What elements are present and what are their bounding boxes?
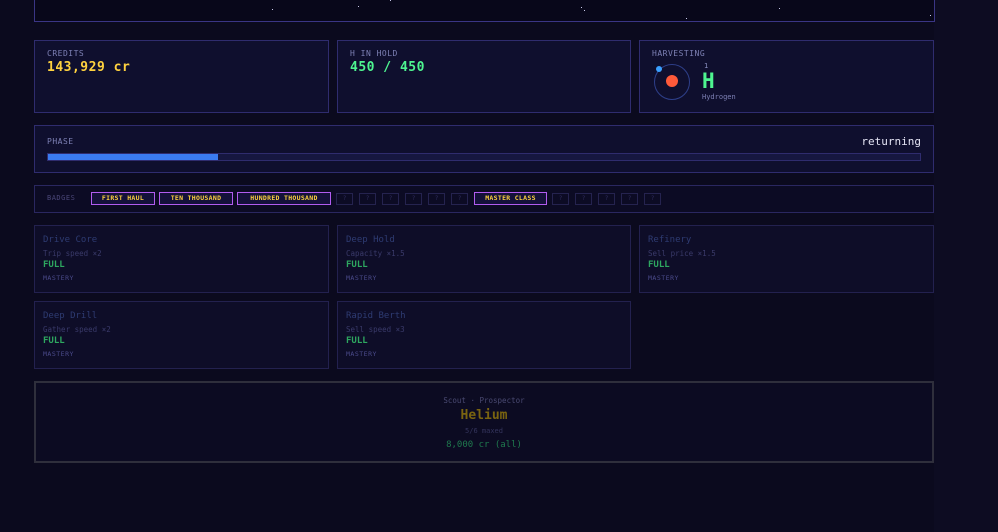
upgrade-effect: Capacity ×1.5 bbox=[346, 249, 405, 258]
upgrade-name: Drive Core bbox=[43, 235, 98, 245]
badge-locked[interactable]: ? bbox=[382, 193, 399, 205]
starfield-view bbox=[34, 0, 935, 22]
credits-value: 143,929 cr bbox=[47, 60, 131, 75]
star bbox=[779, 8, 780, 9]
phase-progress-fill bbox=[48, 154, 219, 160]
star bbox=[581, 7, 582, 8]
upgrade-card-refinery[interactable]: Refinery Sell price ×1.5 FULL MASTERY bbox=[639, 225, 934, 293]
upgrade-name: Deep Hold bbox=[346, 235, 395, 245]
badge-locked[interactable]: ? bbox=[552, 193, 569, 205]
badge-locked[interactable]: ? bbox=[405, 193, 422, 205]
badge-first-haul[interactable]: FIRST HAUL bbox=[91, 192, 155, 205]
star bbox=[390, 0, 391, 1]
element-name: Hydrogen bbox=[702, 93, 736, 101]
upgrade-card-deep-hold[interactable]: Deep Hold Capacity ×1.5 FULL MASTERY bbox=[337, 225, 631, 293]
hold-label: H IN HOLD bbox=[350, 49, 398, 58]
upgrade-card-deep-drill[interactable]: Deep Drill Gather speed ×2 FULL MASTERY bbox=[34, 301, 329, 369]
badge-hundred-thousand[interactable]: HUNDRED THOUSAND bbox=[237, 192, 331, 205]
badge-locked[interactable]: ? bbox=[336, 193, 353, 205]
harvesting-panel: HARVESTING 1 H Hydrogen bbox=[639, 40, 934, 113]
upgrade-card-rapid-berth[interactable]: Rapid Berth Sell speed ×3 FULL MASTERY bbox=[337, 301, 631, 369]
star bbox=[358, 6, 359, 7]
upgrade-status: FULL bbox=[346, 336, 368, 346]
credits-label: CREDITS bbox=[47, 49, 85, 58]
badge-locked[interactable]: ? bbox=[598, 193, 615, 205]
upgrade-effect: Sell speed ×3 bbox=[346, 325, 405, 334]
upgrade-status: FULL bbox=[43, 260, 65, 270]
star bbox=[584, 10, 585, 11]
badges-row: BADGES FIRST HAUL TEN THOUSAND HUNDRED T… bbox=[34, 185, 934, 213]
star bbox=[930, 15, 931, 16]
upgrade-tier: MASTERY bbox=[346, 274, 377, 282]
phase-label: PHASE bbox=[47, 137, 74, 146]
phase-panel: PHASE returning bbox=[34, 125, 934, 173]
credits-panel: CREDITS 143,929 cr bbox=[34, 40, 329, 113]
upgrade-tier: MASTERY bbox=[43, 274, 74, 282]
upgrade-tier: MASTERY bbox=[43, 350, 74, 358]
ship-cost: 8,000 cr (all) bbox=[446, 440, 522, 450]
upgrade-name: Deep Drill bbox=[43, 311, 98, 321]
ship-name: Helium bbox=[460, 408, 508, 423]
nucleus-icon bbox=[666, 75, 678, 87]
upgrade-name: Refinery bbox=[648, 235, 692, 245]
upgrade-tier: MASTERY bbox=[346, 350, 377, 358]
upgrade-status: FULL bbox=[648, 260, 670, 270]
upgrade-effect: Sell price ×1.5 bbox=[648, 249, 716, 258]
badge-locked[interactable]: ? bbox=[428, 193, 445, 205]
phase-progress-bar bbox=[47, 153, 921, 161]
hold-panel: H IN HOLD 450 / 450 bbox=[337, 40, 631, 113]
upgrade-tier: MASTERY bbox=[648, 274, 679, 282]
badges-label: BADGES bbox=[47, 194, 76, 202]
electron-icon bbox=[656, 66, 662, 72]
badge-locked[interactable]: ? bbox=[359, 193, 376, 205]
ship-maxed-count: 5/6 maxed bbox=[465, 427, 503, 435]
upgrade-status: FULL bbox=[346, 260, 368, 270]
scrollbar-track[interactable] bbox=[934, 0, 998, 532]
badge-locked[interactable]: ? bbox=[621, 193, 638, 205]
atom-icon bbox=[654, 64, 690, 100]
upgrade-card-drive-core[interactable]: Drive Core Trip speed ×2 FULL MASTERY bbox=[34, 225, 329, 293]
star bbox=[272, 9, 273, 10]
upgrade-status: FULL bbox=[43, 336, 65, 346]
ship-upgrade-card[interactable]: Scout · Prospector Helium 5/6 maxed 8,00… bbox=[34, 381, 934, 463]
badge-master-class[interactable]: MASTER CLASS bbox=[474, 192, 547, 205]
upgrade-effect: Gather speed ×2 bbox=[43, 325, 111, 334]
element-symbol: H bbox=[702, 69, 715, 93]
badge-ten-thousand[interactable]: TEN THOUSAND bbox=[159, 192, 233, 205]
badge-locked[interactable]: ? bbox=[644, 193, 661, 205]
upgrade-name: Rapid Berth bbox=[346, 311, 406, 321]
star bbox=[686, 18, 687, 19]
badge-locked[interactable]: ? bbox=[451, 193, 468, 205]
badge-locked[interactable]: ? bbox=[575, 193, 592, 205]
hold-value: 450 / 450 bbox=[350, 60, 425, 75]
phase-status: returning bbox=[861, 135, 921, 148]
upgrade-effect: Trip speed ×2 bbox=[43, 249, 102, 258]
harvesting-label: HARVESTING bbox=[652, 49, 706, 58]
ship-class: Scout · Prospector bbox=[443, 396, 525, 405]
